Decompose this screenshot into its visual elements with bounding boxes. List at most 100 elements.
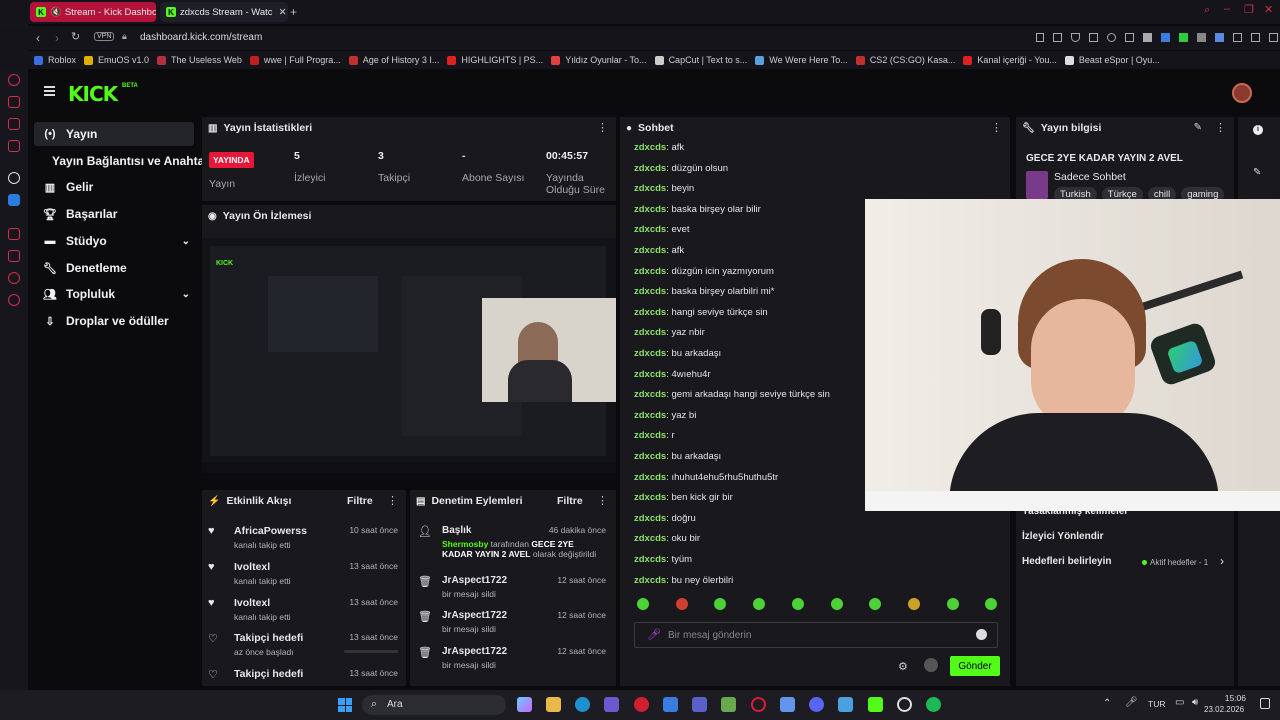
sidebar-item-4[interactable]: 🏆︎ Başarılar xyxy=(34,202,194,226)
chat-message[interactable]: zdxcds: afk xyxy=(634,245,684,256)
extension-a-icon[interactable] xyxy=(1143,33,1152,42)
chat-message[interactable]: zdxcds: bu ney ölerbilri xyxy=(634,575,733,586)
easy-files-icon[interactable] xyxy=(1125,33,1134,42)
forward-icon[interactable]: › xyxy=(55,31,59,45)
chat-username[interactable]: zdxcds xyxy=(634,513,666,524)
vpn-badge[interactable]: VPN xyxy=(94,32,115,41)
chat-message[interactable]: zdxcds: düzgün olsun xyxy=(634,163,728,174)
extension-d-icon[interactable] xyxy=(1215,33,1224,42)
emote-icon[interactable] xyxy=(791,598,804,610)
emote-icon[interactable] xyxy=(907,598,920,610)
edit-icon[interactable]: ✎ xyxy=(1253,167,1261,178)
edge-icon[interactable] xyxy=(575,697,590,712)
new-tab-icon[interactable]: + xyxy=(290,5,297,19)
bookmark-item[interactable]: wwe | Full Progra... xyxy=(249,55,341,65)
sidebar-item-2[interactable]: Yayın Bağlantısı ve Anahtarı xyxy=(34,149,212,173)
chat-message[interactable]: zdxcds: baska birşey olar bilir xyxy=(634,204,761,215)
notification-icon[interactable] xyxy=(1260,698,1270,709)
emote-icon[interactable] xyxy=(753,598,766,610)
camera-icon[interactable] xyxy=(1269,33,1278,42)
app-icon[interactable] xyxy=(8,194,20,206)
chevron-down-icon[interactable]: ⌄ xyxy=(182,289,190,300)
chat-username[interactable]: zdxcds xyxy=(634,204,666,215)
taskbar-search[interactable]: ⌕ Ara xyxy=(362,695,506,715)
chat-message[interactable]: zdxcds: düzgün icin yazmıyorum xyxy=(634,266,774,277)
app-red-icon[interactable] xyxy=(634,697,649,712)
chat-message[interactable]: zdxcds: yaz bi xyxy=(634,410,696,421)
play-icon[interactable] xyxy=(1089,33,1098,42)
bookmark-item[interactable]: HIGHLIGHTS | PS... xyxy=(447,55,543,65)
info-icon[interactable]: i xyxy=(1253,125,1263,135)
moderation-filter-button[interactable]: Filtre xyxy=(557,495,583,507)
steam-icon[interactable] xyxy=(780,697,795,712)
microphone-icon[interactable]: 🎤︎ xyxy=(647,628,661,641)
shield-icon[interactable] xyxy=(1071,33,1080,42)
bookmark-item[interactable]: Yıldız Oyunlar - To... xyxy=(551,55,647,65)
minimize-icon[interactable]: – xyxy=(1224,3,1230,15)
chat-message[interactable]: zdxcds: hangi seviye türkçe sin xyxy=(634,307,768,318)
app-blue-icon[interactable] xyxy=(838,697,853,712)
chat-message[interactable]: zdxcds: bu arkadaşı xyxy=(634,348,721,359)
bookmark-item[interactable]: Age of History 3 I... xyxy=(348,55,439,65)
snapshot-icon[interactable] xyxy=(1053,33,1062,42)
webcam-overlay[interactable] xyxy=(865,199,1280,511)
chat-username[interactable]: zdxcds xyxy=(634,369,666,380)
widgets-icon[interactable] xyxy=(604,697,619,712)
close-tab-icon[interactable]: ✕ xyxy=(279,7,287,18)
chat-message[interactable]: zdxcds: doğru xyxy=(634,513,696,524)
clock-time[interactable]: 15:06 xyxy=(1212,693,1246,703)
bookmark-item[interactable]: Roblox xyxy=(34,55,76,65)
chat-username[interactable]: zdxcds xyxy=(634,183,666,194)
chat-username[interactable]: zdxcds xyxy=(634,163,666,174)
emote-picker-icon[interactable] xyxy=(924,658,938,672)
opera-taskbar-icon[interactable] xyxy=(751,697,766,712)
chat-message[interactable]: zdxcds: 4wıehu4r xyxy=(634,369,711,380)
bookmark-item[interactable]: The Useless Web xyxy=(157,55,242,65)
back-icon[interactable]: ‹ xyxy=(36,31,40,45)
emote-icon[interactable] xyxy=(946,598,959,610)
download-icon[interactable] xyxy=(1251,33,1260,42)
bookmark-item[interactable]: EmuOS v1.0 xyxy=(84,55,149,65)
language-indicator[interactable]: TUR xyxy=(1148,699,1165,709)
chat-more-icon[interactable]: ⋮ xyxy=(991,121,1002,134)
bookmark-item[interactable]: CapCut | Text to s... xyxy=(654,55,747,65)
muted-speaker-icon[interactable]: 🔇 xyxy=(50,7,62,18)
settings-icon[interactable] xyxy=(8,294,20,306)
emote-icon[interactable] xyxy=(637,598,649,610)
sidebar-item-5[interactable]: ▬ Stüdyo ⌄ xyxy=(34,229,194,253)
chat-username[interactable]: zdxcds xyxy=(634,410,666,421)
tab-zdxcds-stream[interactable]: K zdxcds Stream - Watc ✕ xyxy=(160,2,288,22)
chat-message[interactable]: zdxcds: evet xyxy=(634,224,689,235)
extension-icon[interactable] xyxy=(8,272,20,284)
chat-message[interactable]: zdxcds: beyin xyxy=(634,183,694,194)
stream-info-more-icon[interactable]: ⋮ xyxy=(1215,121,1226,134)
chat-settings-icon[interactable]: ⚙ xyxy=(898,660,908,673)
chat-message[interactable]: zdxcds: r xyxy=(634,430,675,441)
activity-filter-button[interactable]: Filtre xyxy=(347,495,373,507)
emoji-icon[interactable] xyxy=(976,629,987,640)
url-field[interactable]: dashboard.kick.com/stream xyxy=(140,32,262,43)
chat-username[interactable]: zdxcds xyxy=(634,451,666,462)
avatar[interactable] xyxy=(1232,83,1252,103)
chat-message[interactable]: zdxcds: ıhuhut4ehu5rhu5huthu5tr xyxy=(634,472,778,483)
chat-username[interactable]: zdxcds xyxy=(634,245,666,256)
tab-stream-dashboard[interactable]: K 🔇 Stream - Kick Dashbo xyxy=(30,2,156,22)
bookmark-item[interactable]: Beast eSpor | Oyu... xyxy=(1064,55,1160,65)
sidebar-item-7[interactable]: 👥︎ Topluluk ⌄ xyxy=(34,282,194,306)
stream-preview-video[interactable]: KICK xyxy=(202,238,616,473)
extension-c-icon[interactable] xyxy=(1197,33,1206,42)
chat-username[interactable]: zdxcds xyxy=(634,389,666,400)
display-icon[interactable]: ▭ xyxy=(1175,697,1184,708)
chat-message[interactable]: zdxcds: gemi arkadaşı hangi seviye türkç… xyxy=(634,389,830,400)
bag-icon[interactable] xyxy=(8,96,20,108)
refresh-icon[interactable] xyxy=(8,74,20,86)
chevron-right-icon[interactable]: › xyxy=(1220,554,1224,568)
store-icon[interactable] xyxy=(663,697,678,712)
chat-username[interactable]: zdxcds xyxy=(634,348,666,359)
file-explorer-icon[interactable] xyxy=(546,697,561,712)
send-button[interactable]: Gönder xyxy=(950,656,1000,676)
moderation-actor[interactable]: Shermosby xyxy=(442,539,488,549)
copilot-icon[interactable] xyxy=(517,697,532,712)
chat-message[interactable]: zdxcds: oku bir xyxy=(634,533,700,544)
chat-username[interactable]: zdxcds xyxy=(634,472,666,483)
